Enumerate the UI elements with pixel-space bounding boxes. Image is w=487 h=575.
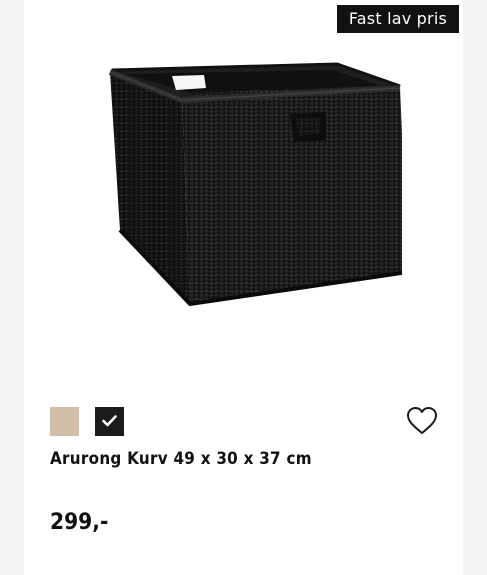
color-swatches xyxy=(50,407,124,436)
checkmark-icon xyxy=(102,415,117,427)
product-price: 299,- xyxy=(50,510,109,535)
product-card[interactable]: Fast lav pris Arurong Kurv 49 x 30 x 37 … xyxy=(24,0,463,575)
wicker-basket-image[interactable] xyxy=(82,58,402,308)
product-title[interactable]: Arurong Kurv 49 x 30 x 37 cm xyxy=(50,449,312,468)
heart-outline-icon[interactable] xyxy=(406,406,438,436)
swatch-black-selected[interactable] xyxy=(95,407,124,436)
swatch-beige[interactable] xyxy=(50,407,79,436)
price-badge: Fast lav pris xyxy=(336,5,459,33)
